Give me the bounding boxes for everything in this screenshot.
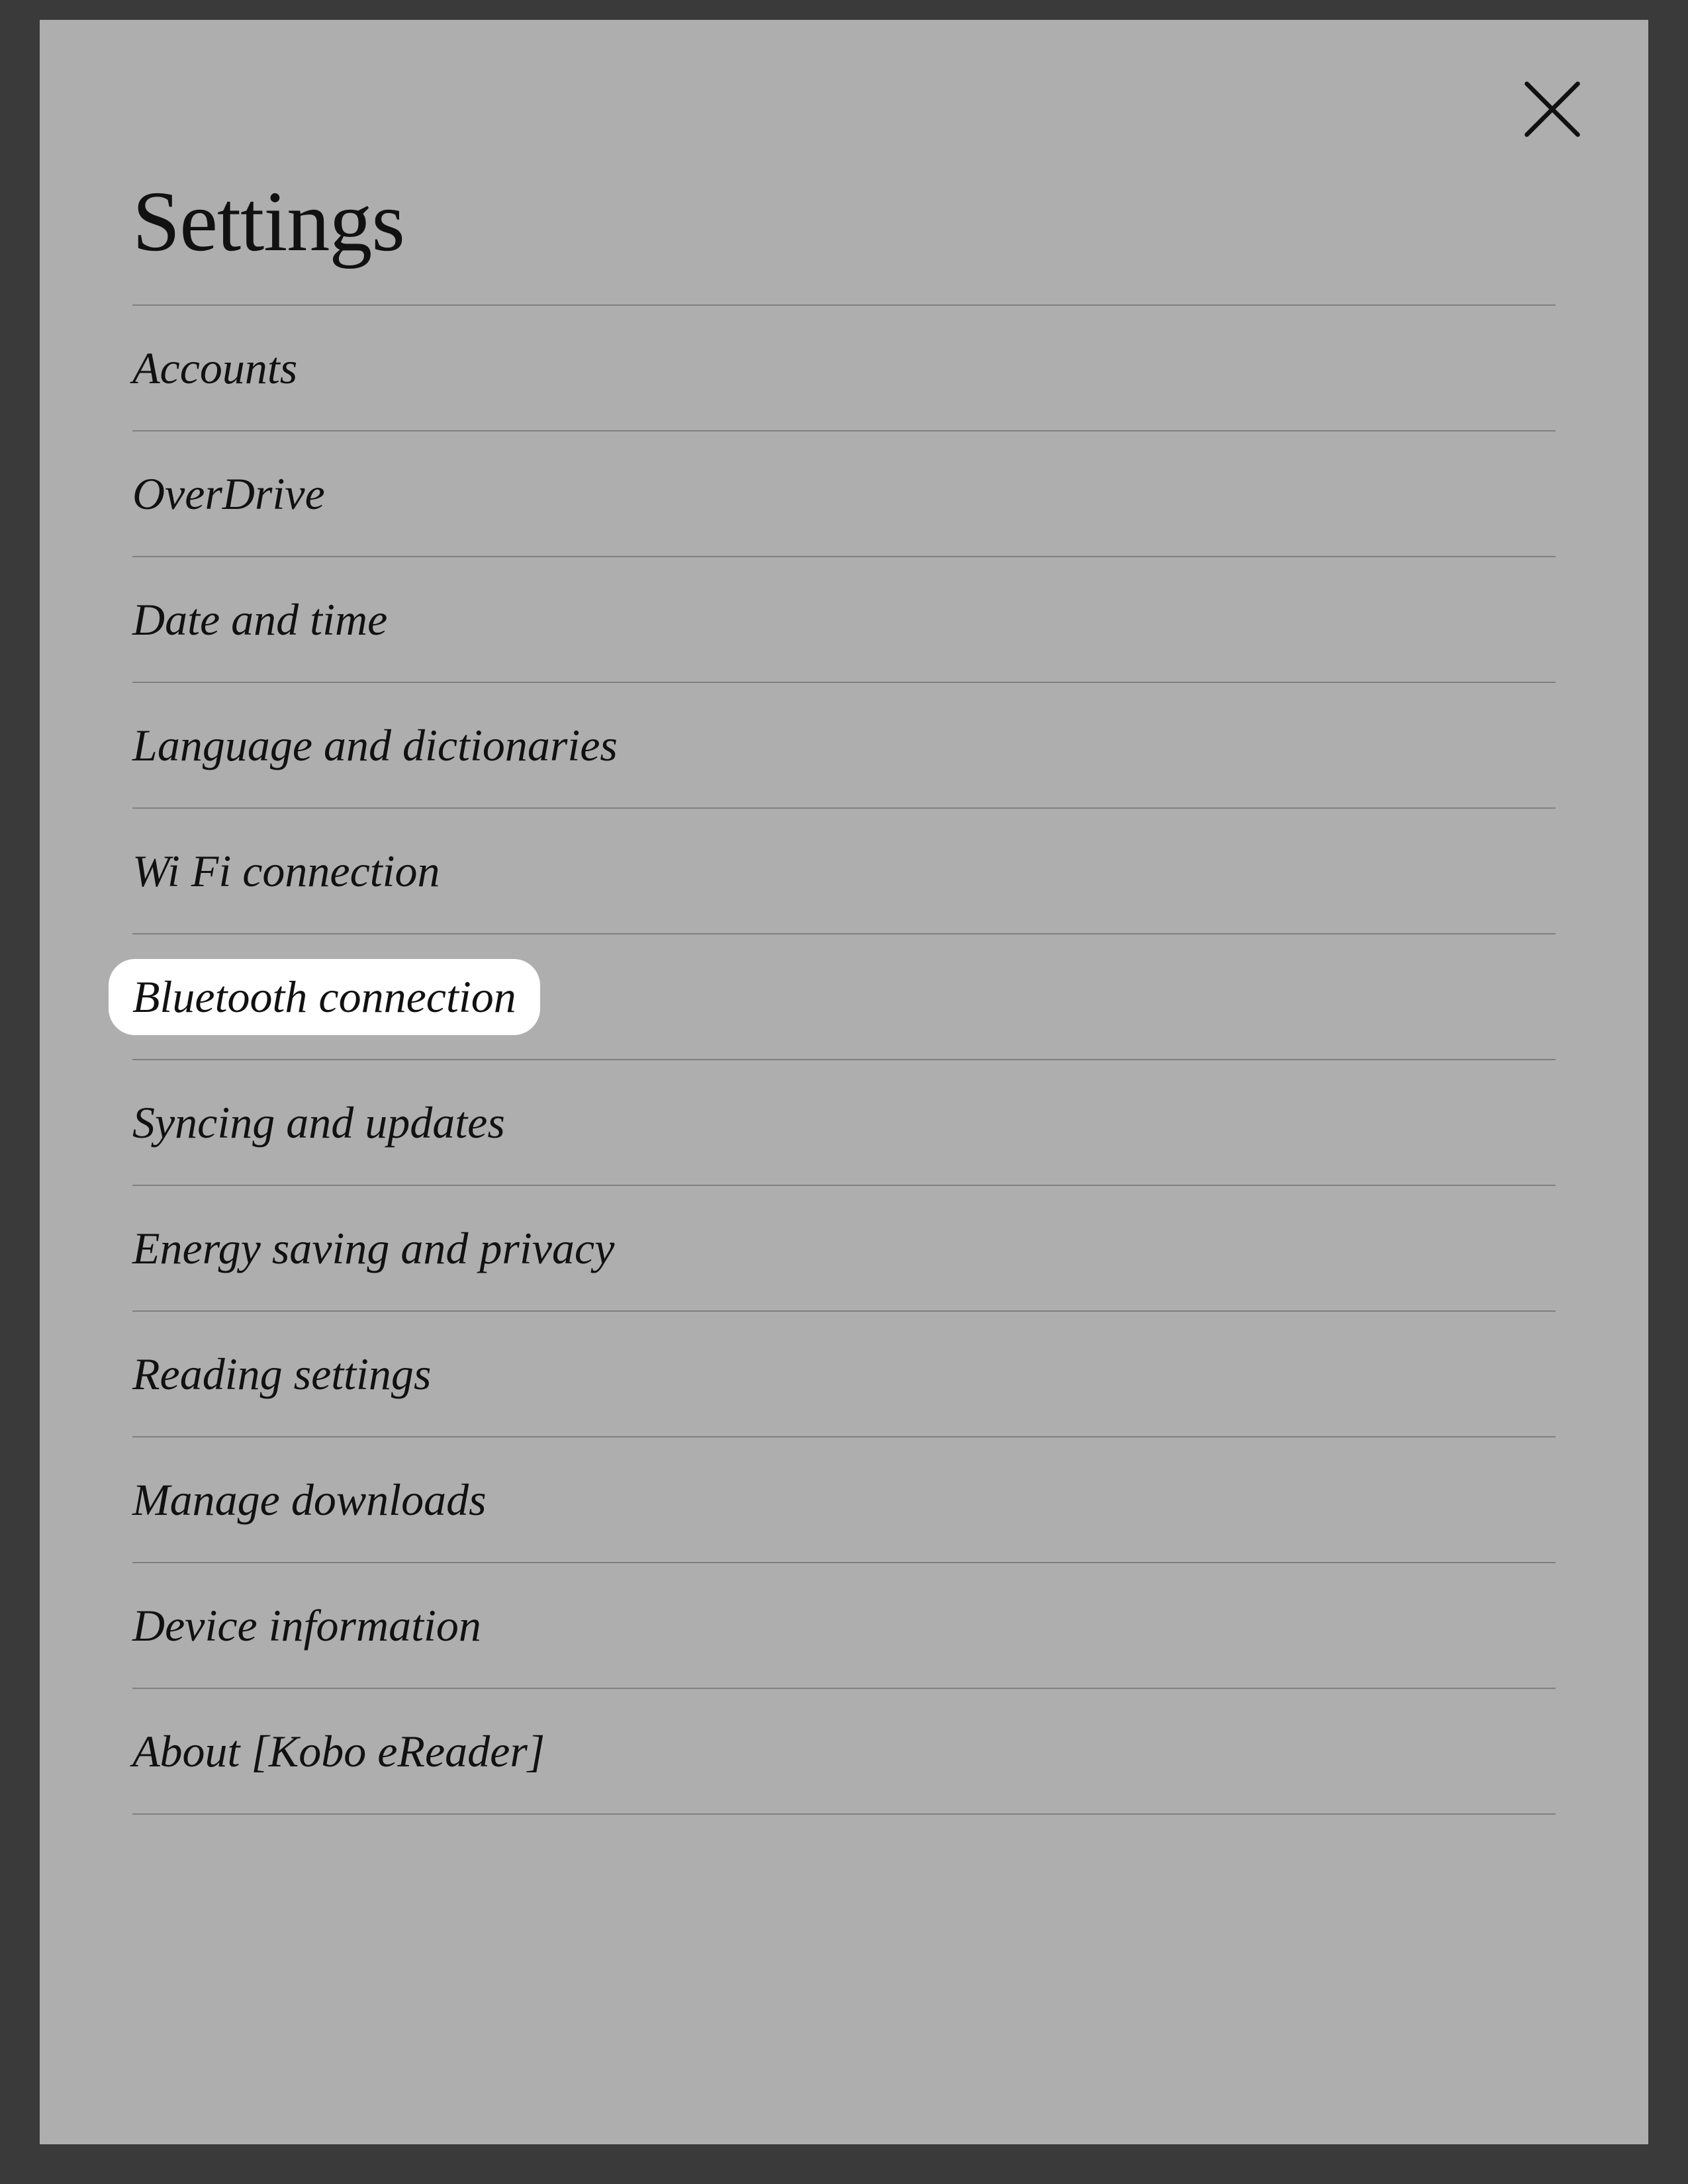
document-frame: Settings Accounts OverDrive Date and tim… <box>0 0 1688 2184</box>
settings-item-downloads[interactable]: Manage downloads <box>132 1437 1556 1563</box>
settings-item-label: OverDrive <box>132 468 325 520</box>
page-title: Settings <box>132 20 1556 304</box>
settings-item-accounts[interactable]: Accounts <box>132 306 1556 432</box>
settings-item-label: Bluetooth connection <box>109 959 540 1035</box>
settings-item-energy[interactable]: Energy saving and privacy <box>132 1186 1556 1312</box>
settings-item-label: Syncing and updates <box>132 1097 505 1149</box>
settings-item-wifi[interactable]: Wi Fi connection <box>132 809 1556 934</box>
settings-item-label: Energy saving and privacy <box>132 1222 614 1275</box>
settings-item-label: Language and dictionaries <box>132 719 618 772</box>
settings-item-bluetooth[interactable]: Bluetooth connection <box>132 934 1556 1060</box>
close-icon[interactable] <box>1516 73 1589 146</box>
settings-item-label: Manage downloads <box>132 1474 487 1526</box>
settings-list: Accounts OverDrive Date and time Languag… <box>132 304 1556 1815</box>
settings-item-date-time[interactable]: Date and time <box>132 557 1556 683</box>
settings-item-overdrive[interactable]: OverDrive <box>132 432 1556 557</box>
settings-item-syncing[interactable]: Syncing and updates <box>132 1060 1556 1186</box>
settings-item-label: Device information <box>132 1600 481 1652</box>
settings-item-label: About [Kobo eReader] <box>132 1725 545 1778</box>
settings-item-label: Wi Fi connection <box>132 845 440 897</box>
settings-item-language[interactable]: Language and dictionaries <box>132 683 1556 809</box>
settings-item-label: Date and time <box>132 594 387 646</box>
settings-item-about[interactable]: About [Kobo eReader] <box>132 1689 1556 1815</box>
settings-panel: Settings Accounts OverDrive Date and tim… <box>40 20 1648 2144</box>
settings-item-device-info[interactable]: Device information <box>132 1563 1556 1689</box>
settings-item-label: Reading settings <box>132 1348 431 1400</box>
settings-item-label: Accounts <box>132 342 297 394</box>
settings-item-reading[interactable]: Reading settings <box>132 1312 1556 1437</box>
